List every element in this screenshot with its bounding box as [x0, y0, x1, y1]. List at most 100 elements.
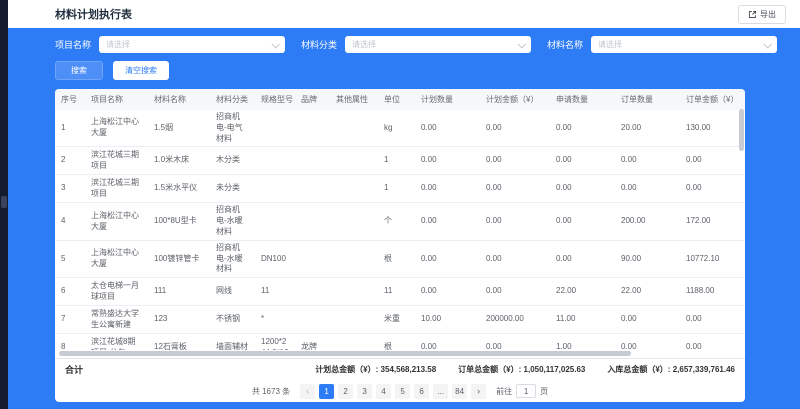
- filter-project-name: 项目名称 请选择: [55, 36, 285, 53]
- material-category-select[interactable]: 请选择: [345, 36, 531, 53]
- table-cell: [295, 240, 330, 277]
- table-cell: 网线: [210, 278, 255, 306]
- page-button-3[interactable]: 3: [357, 384, 372, 399]
- table-cell: 不锈钢: [210, 306, 255, 334]
- table-cell: 0.00: [615, 147, 680, 175]
- table-cell: 111: [148, 278, 210, 306]
- horizontal-scrollbar-thumb[interactable]: [59, 351, 631, 356]
- table-cell: 0.00: [480, 278, 550, 306]
- export-label: 导出: [760, 9, 776, 20]
- table-cell: 0.00: [550, 147, 615, 175]
- goto-suffix: 页: [540, 386, 548, 397]
- prev-page-button[interactable]: ‹: [300, 384, 315, 399]
- table-cell: 太仓电梯一月球项目: [85, 278, 148, 306]
- table-row: 7常熟盛达大学生公寓新建123不锈钢*米重10.00200000.0011.00…: [55, 306, 745, 334]
- collapsed-sidebar[interactable]: [0, 0, 8, 409]
- filter-material-category: 材料分类 请选择: [301, 36, 531, 53]
- table-cell: 0.00: [415, 175, 480, 203]
- column-header: 单位: [378, 89, 415, 110]
- table-cell: 0.00: [615, 306, 680, 334]
- table-cell: 12石膏板: [148, 334, 210, 350]
- page-ellipsis[interactable]: ...: [433, 384, 448, 399]
- table-cell: 10772.10: [680, 240, 745, 277]
- table-cell: 3: [55, 175, 85, 203]
- main-area: 材料计划执行表 导出 项目名称 请选择: [8, 0, 800, 409]
- sidebar-toggle-icon[interactable]: [1, 196, 7, 208]
- table-cell: [295, 306, 330, 334]
- table-cell: 0.00: [415, 147, 480, 175]
- table-cell: 172.00: [680, 203, 745, 240]
- summary-item-label: 订单总金额（¥）:: [458, 365, 521, 374]
- material-name-select[interactable]: 请选择: [591, 36, 777, 53]
- table-cell: 200000.00: [480, 306, 550, 334]
- table-cell: 0.00: [680, 306, 745, 334]
- table-cell: [330, 278, 378, 306]
- next-page-button[interactable]: ›: [471, 384, 486, 399]
- column-header: 材料名称: [148, 89, 210, 110]
- table-cell: 0.00: [480, 175, 550, 203]
- goto-prefix: 前往: [496, 386, 512, 397]
- table-row: 8滨江花城8期项目-分包12石膏板墙面辅材1200*244 0*12龙牌根0.0…: [55, 334, 745, 350]
- export-button[interactable]: 导出: [738, 5, 786, 24]
- table-cell: 11.00: [550, 306, 615, 334]
- column-header: 规格型号: [255, 89, 295, 110]
- table-cell: 22.00: [550, 278, 615, 306]
- select-placeholder: 请选择: [598, 39, 622, 50]
- table-card: 序号项目名称材料名称材料分类规格型号品牌其他属性单位计划数量计划金额（¥）申请数…: [55, 89, 745, 402]
- table-cell: 4: [55, 203, 85, 240]
- table-cell: 0.00: [680, 175, 745, 203]
- project-name-select[interactable]: 请选择: [99, 36, 285, 53]
- vertical-scrollbar[interactable]: [739, 109, 744, 309]
- table-cell: 1.5米水平仪: [148, 175, 210, 203]
- page-button-4[interactable]: 4: [376, 384, 391, 399]
- summary-item-label: 计划总金额（¥）:: [315, 365, 378, 374]
- table-cell: 0.00: [480, 110, 550, 147]
- column-header: 其他属性: [330, 89, 378, 110]
- export-icon: [748, 10, 757, 19]
- table-row: 2滨江花城三期项目1.0米木床木分类10.000.000.000.000.00: [55, 147, 745, 175]
- vertical-scrollbar-thumb[interactable]: [739, 109, 744, 151]
- table-cell: [295, 278, 330, 306]
- page-button-5[interactable]: 5: [395, 384, 410, 399]
- table-cell: 0.00: [680, 334, 745, 350]
- goto-page-input[interactable]: [516, 384, 536, 398]
- filter-section: 项目名称 请选择 材料分类 请选择 材料名称 请选择: [8, 28, 800, 89]
- summary-item-label: 入库总金额（¥）:: [607, 365, 670, 374]
- filter-label: 材料分类: [301, 38, 337, 51]
- select-placeholder: 请选择: [352, 39, 376, 50]
- search-button[interactable]: 搜索: [55, 61, 103, 80]
- goto-page: 前往 页: [496, 384, 548, 398]
- summary-row: 合计 计划总金额（¥）: 354,568,213.58 订单总金额（¥）: 1,…: [55, 358, 745, 380]
- filter-label: 材料名称: [547, 38, 583, 51]
- table-cell: [330, 175, 378, 203]
- table-cell: 1200*244 0*12: [255, 334, 295, 350]
- page-button-2[interactable]: 2: [338, 384, 353, 399]
- summary-item-value: 2,657,339,761.46: [673, 365, 735, 374]
- clear-search-button[interactable]: 清空搜索: [113, 61, 169, 80]
- table-cell: [295, 147, 330, 175]
- page-title: 材料计划执行表: [55, 6, 132, 22]
- table-cell: 0.00: [415, 240, 480, 277]
- table-cell: 0.00: [680, 147, 745, 175]
- select-placeholder: 请选择: [106, 39, 130, 50]
- summary-label: 合计: [65, 363, 83, 376]
- table-cell: [255, 110, 295, 147]
- table-cell: [295, 110, 330, 147]
- table-cell: 龙牌: [295, 334, 330, 350]
- page-button-1[interactable]: 1: [319, 384, 334, 399]
- page-button-6[interactable]: 6: [414, 384, 429, 399]
- horizontal-scrollbar[interactable]: [57, 350, 743, 358]
- table-cell: 0.00: [480, 334, 550, 350]
- table-row: 1上海松江中心大厦1.5烟招商机电-电气材料kg0.000.000.0020.0…: [55, 110, 745, 147]
- table-cell: 0.00: [550, 240, 615, 277]
- column-header: 材料分类: [210, 89, 255, 110]
- table-cell: 0.00: [550, 203, 615, 240]
- column-header: 品牌: [295, 89, 330, 110]
- table-cell: 招商机电-电气材料: [210, 110, 255, 147]
- table-cell: 0.00: [415, 334, 480, 350]
- table-cell: 0.00: [480, 147, 550, 175]
- summary-items: 计划总金额（¥）: 354,568,213.58 订单总金额（¥）: 1,050…: [315, 364, 735, 375]
- materials-table: 序号项目名称材料名称材料分类规格型号品牌其他属性单位计划数量计划金额（¥）申请数…: [55, 89, 745, 350]
- filter-actions: 搜索 清空搜索: [55, 61, 792, 80]
- page-button-84[interactable]: 84: [452, 384, 467, 399]
